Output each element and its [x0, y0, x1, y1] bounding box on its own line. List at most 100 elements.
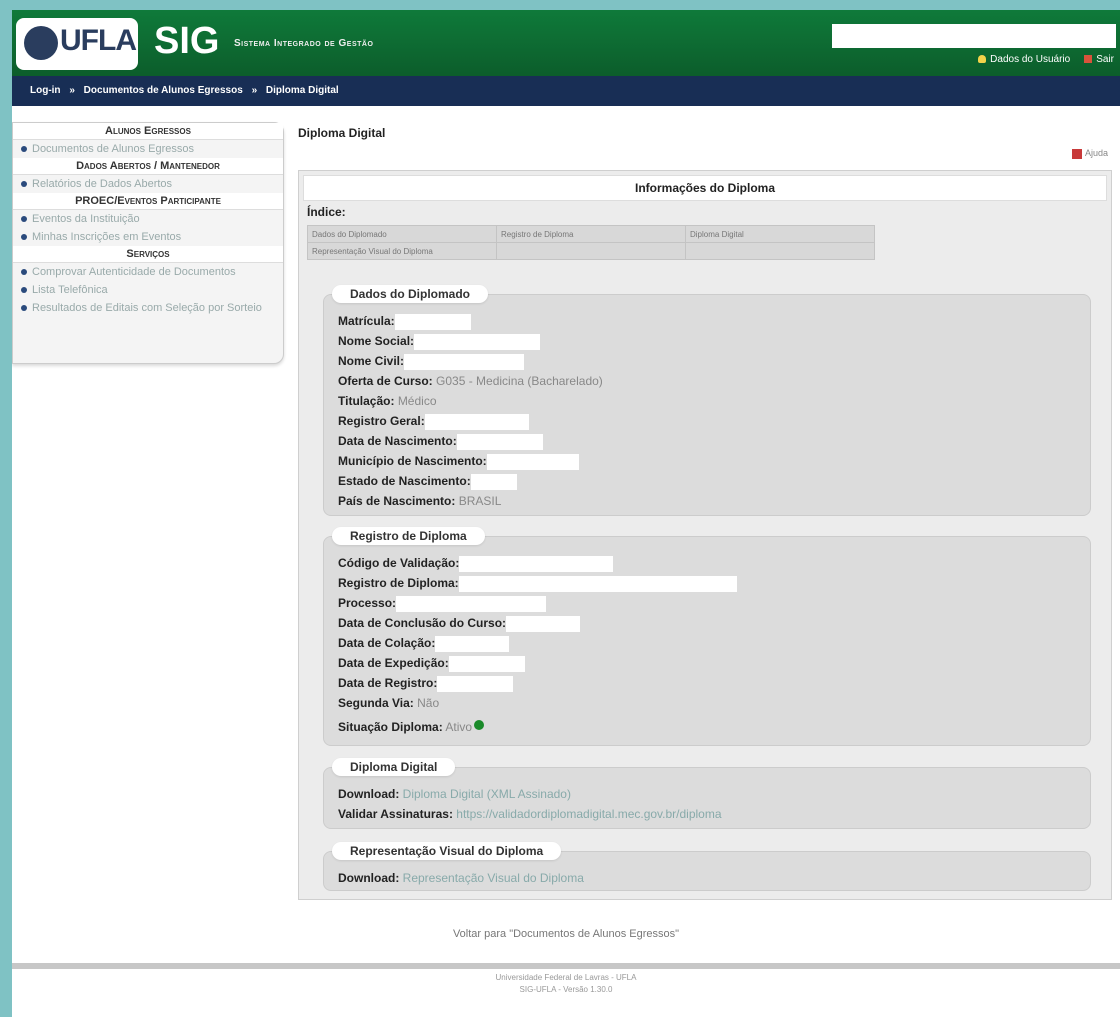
sidebar-section-title: PROEC/Eventos Participante — [13, 193, 283, 210]
sidebar-item-autenticidade[interactable]: Comprovar Autenticidade de Documentos — [13, 263, 283, 281]
indice-label: Índice: — [307, 205, 346, 219]
help-link[interactable]: Ajuda — [1071, 148, 1108, 159]
app-subtitle: Sistema Integrado de Gestão — [234, 38, 374, 49]
breadcrumb: Log-in » Documentos de Alunos Egressos »… — [12, 76, 1120, 106]
redacted-value — [424, 413, 529, 430]
field-validar-assinaturas: Validar Assinaturas: https://validadordi… — [338, 807, 722, 821]
section-representacao-visual: Representação Visual do Diploma Download… — [323, 842, 1091, 891]
footer: Universidade Federal de Lavras - UFLA SI… — [12, 972, 1120, 996]
bullet-icon — [21, 216, 27, 223]
redacted-value — [437, 675, 514, 692]
section-dados-diplomado: Dados do Diplomado Matrícula: Nome Socia… — [323, 285, 1091, 516]
panel-title: Informações do Diploma — [303, 175, 1107, 201]
breadcrumb-login[interactable]: Log-in — [30, 85, 61, 96]
bullet-icon — [21, 146, 27, 153]
redacted-value — [435, 635, 510, 652]
field-municipio-nascimento: Município de Nascimento: — [338, 451, 603, 471]
section-legend: Representação Visual do Diploma — [332, 842, 562, 860]
breadcrumb-separator: » — [69, 85, 75, 96]
page-title: Diploma Digital — [298, 126, 386, 140]
indice-link-visual[interactable]: Representação Visual do Diploma — [307, 242, 497, 260]
footer-institution: Universidade Federal de Lavras - UFLA — [495, 973, 637, 982]
field-registro-geral: Registro Geral: — [338, 411, 603, 431]
bullet-icon — [21, 269, 27, 276]
logo-text: UFLA — [60, 24, 137, 57]
sidebar-item-relatorios[interactable]: Relatórios de Dados Abertos — [13, 175, 283, 193]
indice-link-dados[interactable]: Dados do Diplomado — [307, 225, 497, 243]
redacted-value — [396, 595, 547, 612]
sidebar-item-eventos[interactable]: Eventos da Instituição — [13, 210, 283, 228]
download-visual-link[interactable]: Representação Visual do Diploma — [403, 871, 584, 885]
help-icon — [1071, 148, 1082, 159]
bullet-icon — [21, 181, 27, 188]
indice-link-registro[interactable]: Registro de Diploma — [496, 225, 686, 243]
back-link[interactable]: Voltar para "Documentos de Alunos Egress… — [12, 928, 1120, 940]
section-registro-diploma: Registro de Diploma Código de Validação:… — [323, 527, 1091, 746]
indice-empty-cell — [685, 242, 875, 260]
footer-version: SIG-UFLA - Versão 1.30.0 — [519, 985, 613, 994]
section-legend: Diploma Digital — [332, 758, 456, 776]
browser-frame: UFLA SIG Sistema Integrado de Gestão Dad… — [12, 10, 1120, 1017]
section-diploma-digital: Diploma Digital Download: Diploma Digita… — [323, 758, 1091, 829]
sidebar-item-editais[interactable]: Resultados de Editais com Seleção por So… — [13, 299, 283, 317]
validar-assinaturas-link[interactable]: https://validadordiplomadigital.mec.gov.… — [456, 807, 721, 821]
logo-emblem-icon — [24, 26, 58, 60]
redacted-value — [459, 555, 614, 572]
app-title: SIG — [154, 20, 220, 62]
status-active-icon — [474, 720, 485, 730]
table-row: Dados do Diplomado Registro de Diploma D… — [307, 225, 875, 243]
sidebar-item-inscricoes[interactable]: Minhas Inscrições em Eventos — [13, 228, 283, 246]
logout-link[interactable]: Sair — [1084, 54, 1114, 65]
download-xml-link[interactable]: Diploma Digital (XML Assinado) — [403, 787, 571, 801]
header: UFLA SIG Sistema Integrado de Gestão Dad… — [12, 10, 1120, 76]
sidebar-item-lista-telefonica[interactable]: Lista Telefônica — [13, 281, 283, 299]
section-legend: Registro de Diploma — [332, 527, 485, 545]
field-situacao-diploma: Situação Diploma: Ativo — [338, 717, 737, 737]
field-data-nascimento: Data de Nascimento: — [338, 431, 603, 451]
redacted-value — [470, 473, 517, 490]
redacted-value — [448, 655, 525, 672]
footer-divider — [12, 963, 1120, 969]
field-nome-social: Nome Social: — [338, 331, 603, 351]
redacted-value — [394, 313, 471, 330]
table-row: Representação Visual do Diploma — [307, 242, 875, 260]
sidebar-section-title: Serviços — [13, 246, 283, 263]
field-titulacao: Titulação: Médico — [338, 394, 437, 408]
redacted-value — [456, 433, 543, 450]
redacted-value — [458, 575, 737, 592]
indice-link-digital[interactable]: Diploma Digital — [685, 225, 875, 243]
field-segunda-via: Segunda Via: Não — [338, 696, 440, 710]
sidebar-item-documentos[interactable]: Documentos de Alunos Egressos — [13, 140, 283, 158]
field-estado-nascimento: Estado de Nascimento: — [338, 471, 603, 491]
user-data-link[interactable]: Dados do Usuário — [978, 54, 1070, 65]
field-codigo-validacao: Código de Validação: — [338, 553, 737, 573]
field-pais-nascimento: País de Nascimento: BRASIL — [338, 494, 502, 508]
bullet-icon — [21, 287, 27, 294]
field-data-expedicao: Data de Expedição: — [338, 653, 737, 673]
redacted-value — [486, 453, 579, 470]
field-download-visual: Download: Representação Visual do Diplom… — [338, 871, 584, 885]
diploma-panel: Informações do Diploma Índice: Dados do … — [298, 170, 1112, 900]
field-data-registro: Data de Registro: — [338, 673, 737, 693]
breadcrumb-current: Diploma Digital — [265, 85, 339, 96]
header-search-box[interactable] — [832, 24, 1116, 48]
field-data-conclusao: Data de Conclusão do Curso: — [338, 613, 737, 633]
exit-icon — [1084, 55, 1093, 64]
field-processo: Processo: — [338, 593, 737, 613]
redacted-value — [404, 353, 525, 370]
ufla-logo[interactable]: UFLA — [16, 18, 138, 70]
field-oferta-curso: Oferta de Curso: G035 - Medicina (Bachar… — [338, 374, 603, 388]
field-download-xml: Download: Diploma Digital (XML Assinado) — [338, 787, 571, 801]
sidebar-section-title: Alunos Egressos — [13, 123, 283, 140]
field-data-colacao: Data de Colação: — [338, 633, 737, 653]
user-icon — [978, 55, 987, 64]
bullet-icon — [21, 234, 27, 241]
breadcrumb-separator: » — [251, 85, 258, 96]
breadcrumb-documentos[interactable]: Documentos de Alunos Egressos — [84, 85, 243, 96]
field-nome-civil: Nome Civil: — [338, 351, 603, 371]
bullet-icon — [21, 305, 27, 312]
redacted-value — [414, 333, 541, 350]
user-links: Dados do Usuário Sair — [978, 54, 1114, 65]
sidebar-section-title: Dados Abertos / Mantenedor — [13, 158, 283, 175]
sidebar-menu: Alunos Egressos Documentos de Alunos Egr… — [12, 122, 284, 364]
